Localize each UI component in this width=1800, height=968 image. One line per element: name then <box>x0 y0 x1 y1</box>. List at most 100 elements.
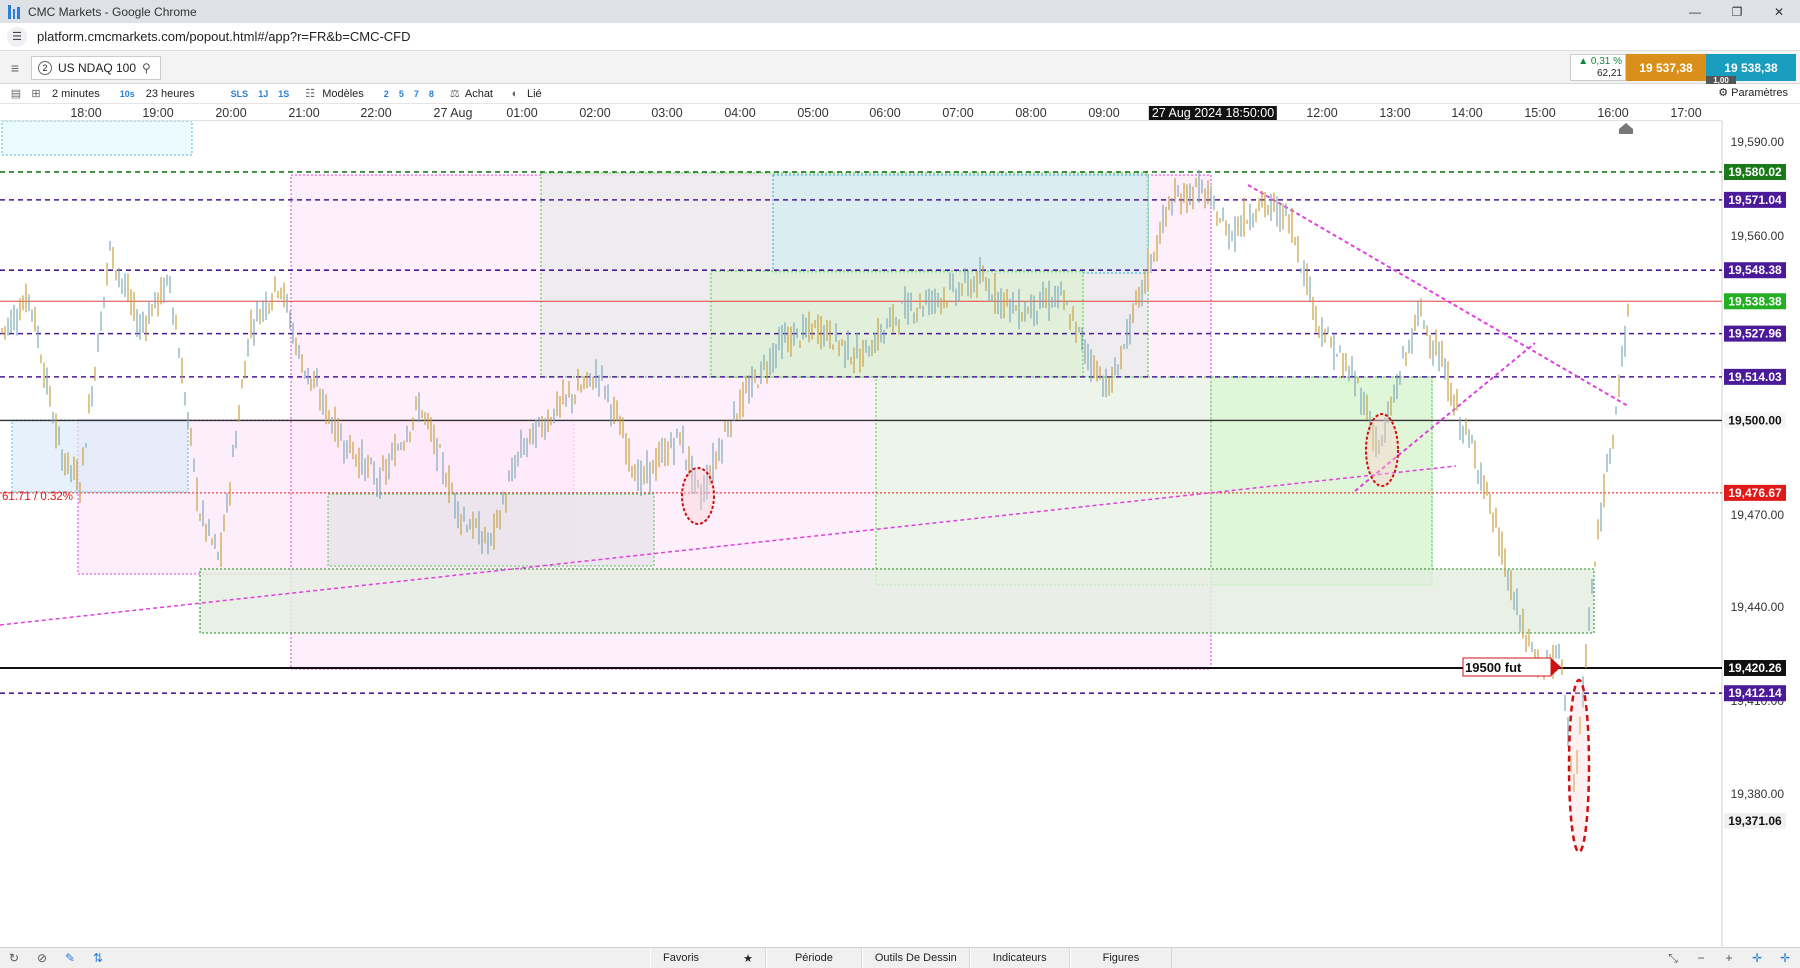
pencil-icon[interactable]: ✎ <box>62 950 78 966</box>
window-titlebar: CMC Markets - Google Chrome — ❐ ✕ <box>0 0 1800 23</box>
maximize-icon[interactable]: ❐ <box>1716 0 1758 23</box>
zoom-out-icon[interactable]: − <box>1692 950 1710 966</box>
preset-5[interactable]: 5 <box>399 89 404 99</box>
time-axis: 18:00 19:00 20:00 21:00 22:00 27 Aug 01:… <box>0 104 1722 121</box>
settings-label: Paramètres <box>1731 87 1788 99</box>
y-tick-label: 19,440.00 <box>1731 600 1785 614</box>
zone-box[interactable] <box>772 174 1149 274</box>
time-label: 05:00 <box>797 106 829 120</box>
settings-button[interactable]: ⚙ Paramètres <box>1718 86 1788 99</box>
trendline[interactable] <box>1247 184 1629 407</box>
fit-icon[interactable]: ⤡ <box>1664 950 1682 966</box>
instrument-name: US NDAQ 100 <box>58 61 137 75</box>
chip-sls[interactable]: SLS <box>231 89 249 99</box>
refresh-icon[interactable]: ↻ <box>6 950 22 966</box>
time-label: 21:00 <box>288 106 320 120</box>
annotation-19500-fut[interactable]: 19500 fut <box>1462 657 1561 677</box>
price-change: ▲ 0,31 % 62,21 <box>1570 54 1626 81</box>
zone-box[interactable] <box>11 419 189 493</box>
menu-icon[interactable]: ≡ <box>0 51 30 84</box>
zone-box[interactable] <box>199 568 1595 634</box>
time-label: 01:00 <box>506 106 538 120</box>
annotation-arrow <box>1551 658 1561 676</box>
bottom-bar: ↻ ⊘ ✎ ⇅ Favoris ★ Période Outils De Dess… <box>0 947 1800 968</box>
time-label: 02:00 <box>579 106 611 120</box>
interval-select[interactable]: 2 minutes <box>52 88 100 100</box>
window-title: CMC Markets - Google Chrome <box>28 4 197 19</box>
quote-panel: ▲ 0,31 % 62,21 19 537,38 19 538,38 1,00 <box>1570 54 1796 86</box>
time-label: 27 Aug <box>433 106 473 120</box>
time-label: 03:00 <box>651 106 683 120</box>
chip-1j[interactable]: 1J <box>258 89 268 99</box>
time-label: 14:00 <box>1451 106 1483 120</box>
buy-button-toolbar[interactable]: Achat <box>465 88 493 100</box>
tab-figures[interactable]: Figures <box>1069 948 1173 968</box>
change-percent: ▲ 0,31 % <box>1578 56 1622 67</box>
linked-toggle[interactable]: Lié <box>527 88 542 100</box>
zone-box[interactable] <box>1 121 193 156</box>
zone-box[interactable] <box>327 493 655 567</box>
time-label: 12:00 <box>1306 106 1338 120</box>
search-icon[interactable]: ⚲ <box>142 61 151 75</box>
time-label: 17:00 <box>1670 106 1702 120</box>
templates-icon[interactable]: ☷ <box>300 87 320 101</box>
y-tick-label: 19,590.00 <box>1731 135 1785 149</box>
time-label: 04:00 <box>724 106 756 120</box>
buy-button[interactable]: 19 538,38 1,00 <box>1706 54 1796 86</box>
highlight-ellipse[interactable] <box>1567 678 1591 854</box>
home-marker-icon[interactable] <box>1619 123 1633 134</box>
price-label: 19,538.38 <box>1728 294 1782 308</box>
crosshair-icon[interactable]: ✛ <box>1748 950 1766 966</box>
zoom-in-icon[interactable]: + <box>1720 950 1738 966</box>
crosshair-alt-icon[interactable]: ✛ <box>1776 950 1794 966</box>
tab-periode[interactable]: Période <box>765 948 862 968</box>
price-chart[interactable]: 61.71 / 0.32% 19500 fut 19,590.00 19,560… <box>0 121 1800 947</box>
swap-icon[interactable]: ⇅ <box>90 950 106 966</box>
tune-icon[interactable]: ☰ <box>7 26 27 47</box>
price-label: 19,571.04 <box>1728 193 1782 207</box>
price-label: 19,371.06 <box>1728 814 1782 828</box>
y-tick-label: 19,380.00 <box>1731 787 1785 801</box>
url-text[interactable]: platform.cmcmarkets.com/popout.html#/app… <box>37 29 411 44</box>
change-points: 62,21 <box>1596 68 1622 79</box>
time-label: 22:00 <box>360 106 392 120</box>
minimize-icon[interactable]: — <box>1674 0 1716 23</box>
fib-label: 61.71 / 0.32% <box>2 491 73 503</box>
time-label: 19:00 <box>142 106 174 120</box>
cmc-app-icon <box>8 4 21 19</box>
buy-scale-icon[interactable]: ⚖ <box>445 87 465 101</box>
tab-favoris[interactable]: Favoris ★ <box>650 948 766 968</box>
time-label: 18:00 <box>70 106 102 120</box>
sell-button[interactable]: 19 537,38 <box>1626 54 1706 81</box>
layout-grid-icon[interactable]: ⊞ <box>26 87 46 101</box>
models-button[interactable]: Modèles <box>322 88 364 100</box>
price-label: 19,514.03 <box>1728 370 1782 384</box>
link-icon[interactable]: ◐ <box>505 87 525 101</box>
time-label: 13:00 <box>1379 106 1411 120</box>
time-label: 15:00 <box>1524 106 1556 120</box>
chip-10s[interactable]: 10s <box>120 89 135 99</box>
close-icon[interactable]: ✕ <box>1758 0 1800 23</box>
preset-8[interactable]: 8 <box>429 89 434 99</box>
highlight-ellipse[interactable] <box>681 467 715 525</box>
chip-1s[interactable]: 1S <box>278 89 289 99</box>
zone-box[interactable] <box>710 270 1084 378</box>
zone-box[interactable] <box>1210 376 1433 586</box>
tab-indicateurs[interactable]: Indicateurs <box>969 948 1070 968</box>
disable-icon[interactable]: ⊘ <box>34 950 50 966</box>
time-label: 06:00 <box>869 106 901 120</box>
tab-outils-de-dessin[interactable]: Outils De Dessin <box>861 948 970 968</box>
star-icon: ★ <box>743 952 753 965</box>
preset-7[interactable]: 7 <box>414 89 419 99</box>
favorites-label: Favoris <box>663 952 700 964</box>
preset-2[interactable]: 2 <box>384 89 389 99</box>
price-label: 19,412.14 <box>1728 686 1782 700</box>
price-label: 19,527.96 <box>1728 327 1782 341</box>
time-label: 20:00 <box>215 106 247 120</box>
duration-select[interactable]: 23 heures <box>146 88 195 100</box>
crosshair-time-label: 27 Aug 2024 18:50:00 <box>1148 106 1278 120</box>
instrument-tab[interactable]: 2 US NDAQ 100 ⚲ <box>31 56 161 80</box>
price-label: 19,420.26 <box>1728 661 1782 675</box>
chart-list-icon[interactable]: ▤ <box>6 87 26 101</box>
highlight-ellipse[interactable] <box>1365 413 1399 487</box>
